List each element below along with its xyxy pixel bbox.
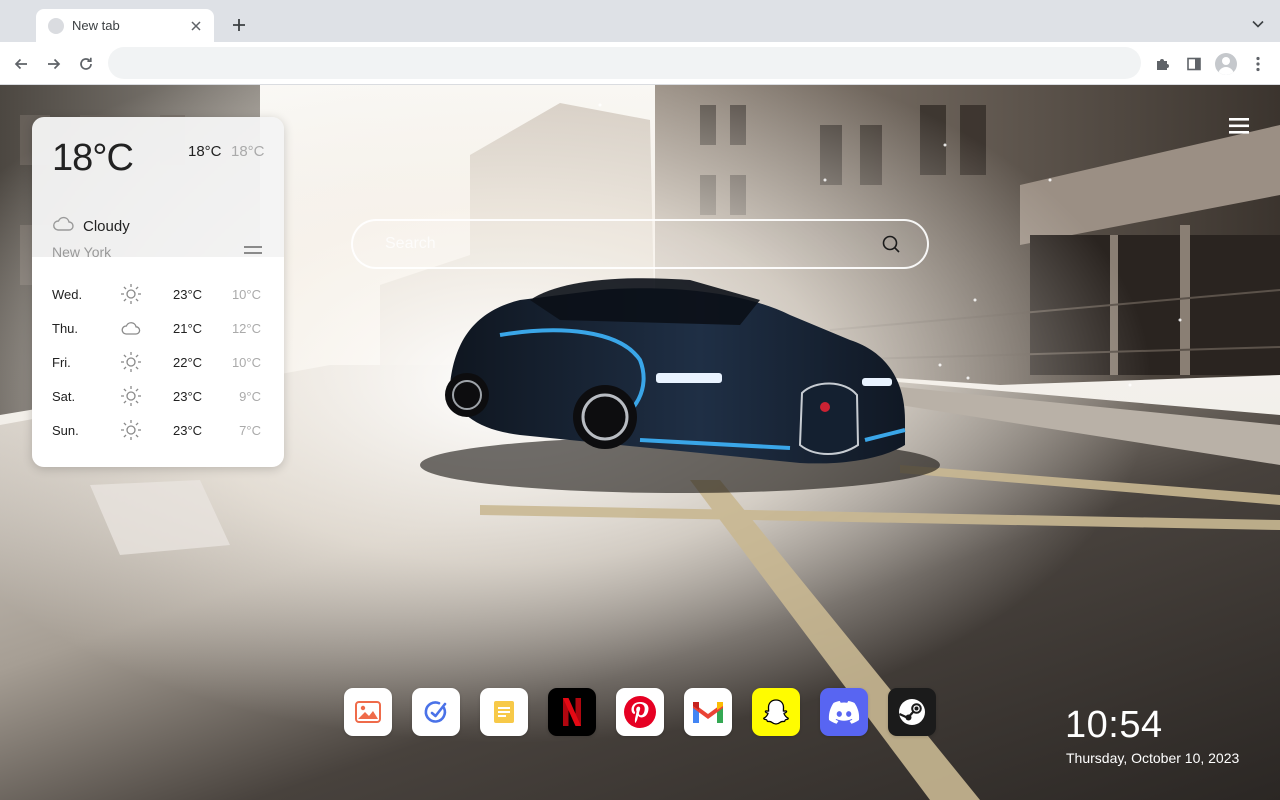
cloud-icon [53,216,74,231]
app-discord[interactable] [820,688,868,736]
cloud-icon [121,322,141,335]
tab-title: New tab [72,18,120,33]
sun-icon [121,284,141,304]
forecast-high: 23°C [173,389,203,404]
sun-icon [121,352,141,372]
search-bar [351,219,929,269]
app-gmail[interactable] [684,688,732,736]
weather-forecast: Wed. 23°C 10°C Thu. 21°C 12°C Fri. 22°C … [32,257,284,467]
avatar [1215,53,1237,75]
hamburger-menu-icon[interactable] [1228,116,1250,136]
discord-icon [828,701,860,724]
app-pinterest[interactable] [616,688,664,736]
app-tasks[interactable] [412,688,460,736]
new-tab-page: 18°C 18°C 18°C Cloudy New York Wed. 23°C… [0,85,1280,800]
forecast-row: Thu. 21°C 12°C [32,311,284,345]
forecast-low: 10°C [231,355,261,370]
new-tab-button[interactable] [228,14,250,36]
search-icon[interactable] [881,234,901,254]
forecast-low: 12°C [231,321,261,336]
netflix-icon [563,698,581,726]
forecast-row: Sun. 23°C 7°C [32,413,284,447]
forecast-row: Sat. 23°C 9°C [32,379,284,413]
forecast-high: 23°C [173,287,203,302]
forecast-row: Wed. 23°C 10°C [32,277,284,311]
app-snapchat[interactable] [752,688,800,736]
browser-toolbar [0,42,1280,85]
notes-icon [494,701,514,723]
today-low: 18°C [231,143,265,160]
tab-search-chevron-icon[interactable] [1248,14,1268,34]
back-arrow-icon [14,58,27,70]
forward-button[interactable] [41,51,67,77]
gmail-icon [693,702,723,723]
forecast-high: 23°C [173,423,203,438]
extensions-button[interactable] [1149,51,1175,77]
app-netflix[interactable] [548,688,596,736]
clock-time: 10:54 [1065,704,1163,746]
today-high: 18°C [188,143,222,160]
snapchat-icon [763,699,789,725]
weather-condition: Cloudy [83,218,130,235]
clock-date: Thursday, October 10, 2023 [1066,750,1240,766]
app-steam[interactable] [888,688,936,736]
address-bar[interactable] [108,47,1141,79]
reload-button[interactable] [73,51,99,77]
steam-icon [899,699,925,725]
sun-icon [121,420,141,440]
forecast-row: Fri. 22°C 10°C [32,345,284,379]
forecast-day: Sun. [52,423,79,438]
side-panel-button[interactable] [1181,51,1207,77]
forecast-low: 10°C [231,287,261,302]
pinterest-icon [624,696,656,728]
tab-close-icon[interactable] [188,18,204,34]
forecast-day: Wed. [52,287,83,302]
side-panel-icon [1187,57,1201,71]
weather-widget: 18°C 18°C 18°C Cloudy New York Wed. 23°C… [32,117,284,467]
browser-menu-button[interactable] [1245,51,1271,77]
forecast-high: 22°C [173,355,203,370]
profile-button[interactable] [1213,51,1239,77]
forecast-high: 21°C [173,321,203,336]
task-check-icon [424,701,447,723]
forward-arrow-icon [48,58,61,70]
tab-new-tab[interactable]: New tab [36,9,214,42]
forecast-day: Thu. [52,321,79,336]
reload-icon [80,57,92,70]
tab-favicon-icon [48,17,64,34]
forecast-day: Sat. [52,389,76,404]
kebab-menu-icon [1256,56,1260,72]
forecast-day: Fri. [52,355,71,370]
photo-icon [355,701,381,723]
sun-icon [121,386,141,406]
current-temperature: 18°C [52,137,134,179]
forecast-low: 9°C [239,389,261,404]
weather-current: 18°C 18°C 18°C Cloudy New York [32,117,284,260]
app-notes[interactable] [480,688,528,736]
forecast-low: 7°C [239,423,261,438]
puzzle-icon [1157,59,1169,70]
search-input[interactable] [385,235,881,253]
back-button[interactable] [8,51,34,77]
app-photos[interactable] [344,688,392,736]
tab-strip: New tab [0,0,1280,42]
